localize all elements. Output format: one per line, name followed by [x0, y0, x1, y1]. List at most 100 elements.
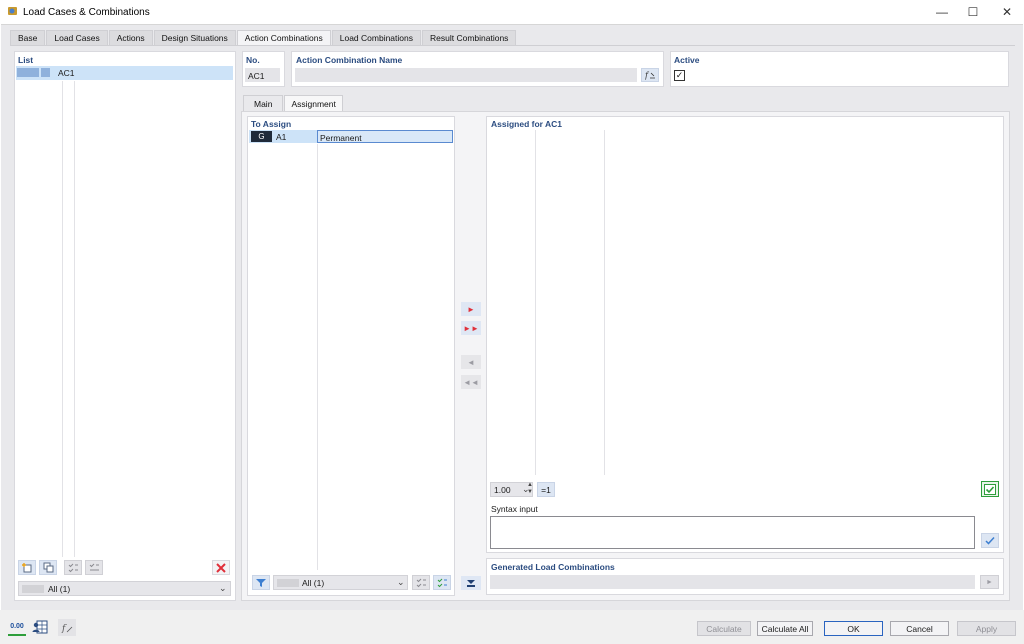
assigned-label: Assigned for AC1: [491, 119, 563, 129]
apply-button[interactable]: Apply: [957, 621, 1016, 636]
list-item-swatch: [17, 68, 39, 77]
tab-base[interactable]: Base: [10, 30, 46, 45]
window-title: Load Cases & Combinations: [23, 7, 150, 18]
to-assign-filter-value: All (1): [302, 578, 325, 588]
confirm-green-button[interactable]: [981, 481, 999, 497]
expand-down-button[interactable]: [461, 576, 481, 590]
syntax-input[interactable]: [490, 516, 975, 549]
copy-item-button[interactable]: [39, 560, 57, 575]
blue-check-icon: [985, 536, 995, 545]
to-assign-panel: [247, 116, 455, 596]
generated-label: Generated Load Combinations: [491, 562, 615, 572]
arrow-right-icon: ►: [986, 578, 993, 586]
active-panel: [670, 51, 1009, 87]
list-panel: [14, 51, 236, 601]
generated-next-button[interactable]: ►: [980, 575, 999, 589]
row-name-cell[interactable]: Permanent: [317, 130, 453, 143]
filter-swatch: [277, 579, 299, 587]
name-input[interactable]: [295, 68, 637, 82]
number-label: No.: [246, 55, 260, 65]
active-label: Active: [674, 55, 700, 65]
list-column-divider: [62, 81, 63, 557]
check-all-button[interactable]: [412, 575, 430, 590]
to-assign-column-divider: [317, 144, 318, 570]
row-id: A1: [276, 132, 287, 142]
delete-button[interactable]: [212, 560, 230, 575]
filter-swatch: [22, 585, 44, 593]
tab-load-combinations[interactable]: Load Combinations: [331, 30, 421, 45]
ok-button[interactable]: OK: [824, 621, 883, 636]
assigned-column-divider: [604, 130, 605, 475]
chevron-down-icon: ⌄: [219, 583, 227, 593]
uncheck-selection-button[interactable]: [85, 560, 103, 575]
to-assign-label: To Assign: [251, 119, 292, 129]
tab-action-combinations[interactable]: Action Combinations: [236, 30, 331, 46]
row-badge: G: [251, 131, 272, 142]
subtab-assignment[interactable]: Assignment: [284, 95, 343, 111]
formula-button[interactable]: f: [58, 619, 76, 636]
tab-load-cases[interactable]: Load Cases: [46, 30, 108, 45]
factor-spinner[interactable]: ▲ ▼: [525, 482, 535, 497]
equals-one-button[interactable]: =1: [537, 482, 555, 497]
double-arrow-left-icon: ◄◄: [463, 377, 479, 387]
number-field[interactable]: AC1: [245, 68, 280, 82]
list-item[interactable]: AC1: [16, 66, 233, 80]
green-check-icon: [984, 483, 996, 495]
assign-selected-button[interactable]: ►: [461, 302, 481, 316]
subtab-main[interactable]: Main: [243, 95, 284, 111]
to-assign-row[interactable]: G A1 Permanent: [249, 130, 453, 143]
svg-text:f: f: [645, 71, 650, 80]
maximize-button[interactable]: ☐: [956, 0, 990, 24]
units-decimals-icon[interactable]: 0.00: [8, 619, 26, 636]
name-label: Action Combination Name: [296, 55, 403, 65]
remove-selected-button[interactable]: ◄: [461, 355, 481, 369]
double-arrow-right-icon: ►►: [463, 323, 479, 333]
factor-value: 1.00: [494, 485, 511, 495]
toggle-check-button[interactable]: [433, 575, 451, 590]
tab-actions[interactable]: Actions: [108, 30, 153, 45]
svg-text:f: f: [61, 624, 67, 634]
close-button[interactable]: ✕: [990, 0, 1024, 24]
new-item-button[interactable]: [18, 560, 36, 575]
edit-name-button[interactable]: f: [641, 68, 659, 82]
filter-button[interactable]: [252, 575, 270, 590]
arrow-down-bar-icon: [467, 579, 475, 587]
list-item-swatch-small: [41, 68, 50, 77]
arrow-right-icon: ►: [467, 304, 475, 314]
calculate-button[interactable]: Calculate: [697, 621, 751, 636]
tab-design-situations[interactable]: Design Situations: [153, 30, 236, 45]
list-filter-select[interactable]: All (1) ⌄: [18, 581, 231, 596]
active-checkbox[interactable]: ✓: [674, 70, 685, 81]
formula-icon: f: [61, 624, 73, 634]
apply-syntax-button[interactable]: [981, 533, 999, 548]
assigned-column-divider: [535, 130, 536, 475]
remove-all-button[interactable]: ◄◄: [461, 375, 481, 389]
minimize-button[interactable]: —: [925, 0, 959, 24]
to-assign-filter-select[interactable]: All (1) ⌄: [273, 575, 408, 590]
delete-x-icon: [216, 562, 226, 573]
list-filter-value: All (1): [48, 584, 71, 594]
check-list-icon: [68, 563, 78, 573]
chevron-down-icon: ⌄: [397, 577, 405, 587]
number-value: AC1: [248, 71, 265, 81]
check-selection-button[interactable]: [64, 560, 82, 575]
list-label: List: [18, 55, 34, 65]
formula-edit-icon: f: [645, 71, 655, 80]
assign-all-button[interactable]: ►►: [461, 321, 481, 335]
app-icon: [7, 5, 19, 17]
check-toggle-icon: [437, 578, 447, 588]
row-name: Permanent: [320, 133, 362, 143]
arrow-left-icon: ◄: [467, 357, 475, 367]
cancel-button[interactable]: Cancel: [890, 621, 949, 636]
list-column-divider: [74, 81, 75, 557]
filter-funnel-icon: [256, 578, 266, 587]
uncheck-list-icon: [89, 563, 99, 571]
syntax-input-label: Syntax input: [491, 504, 538, 514]
tab-divider: [10, 45, 1015, 46]
user-settings-button[interactable]: [32, 619, 50, 636]
user-table-icon: [32, 620, 48, 634]
tab-result-combinations[interactable]: Result Combinations: [422, 30, 517, 45]
main-tabs: Base Load Cases Actions Design Situation…: [10, 30, 517, 46]
calculate-all-button[interactable]: Calculate All: [757, 621, 813, 636]
sub-tabs: Main Assignment: [243, 95, 344, 111]
